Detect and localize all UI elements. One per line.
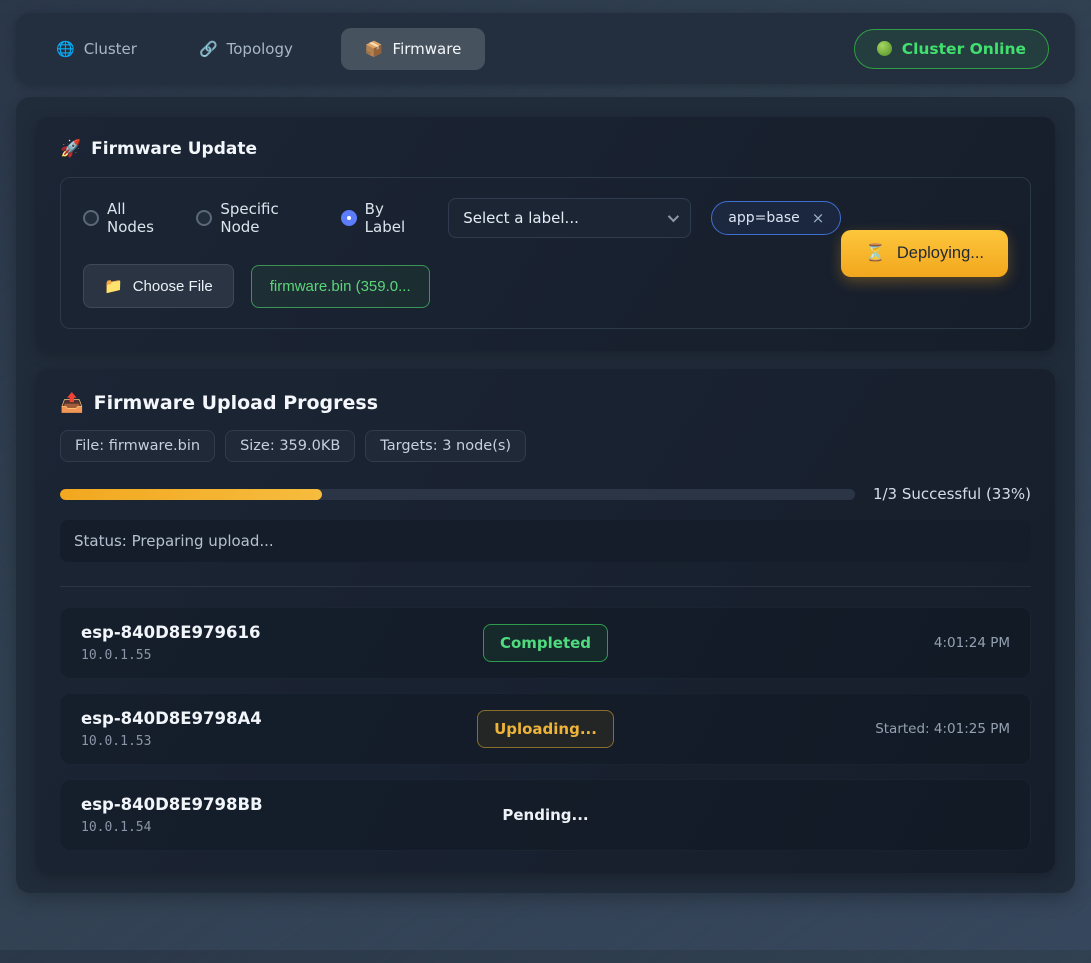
progress-bar [60, 489, 855, 500]
firmware-update-card: 🚀 Firmware Update All Nodes Specific Nod… [36, 117, 1055, 351]
label-select-dropdown[interactable]: Select a label... [448, 198, 691, 238]
node-time: 4:01:24 PM [700, 635, 1010, 651]
node-list: esp-840D8E979616 10.0.1.55 Completed 4:0… [60, 607, 1031, 851]
node-status-cell: Pending... [391, 796, 701, 834]
node-ip: 10.0.1.55 [81, 648, 391, 663]
outbox-tray-icon: 📤 [60, 391, 84, 414]
radio-circle-icon[interactable] [341, 210, 357, 226]
node-row: esp-840D8E9798A4 10.0.1.53 Uploading... … [60, 693, 1031, 765]
chevron-down-icon [668, 211, 679, 222]
progress-row: 1/3 Successful (33%) [60, 485, 1031, 503]
cluster-status-badge: Cluster Online [854, 29, 1049, 69]
online-dot-icon [877, 41, 892, 56]
radio-specific-node[interactable]: Specific Node [196, 200, 318, 236]
nav-item-label: Cluster [84, 40, 137, 58]
file-badge: File: firmware.bin [60, 430, 215, 462]
choose-file-button[interactable]: 📁 Choose File [83, 264, 234, 308]
label-tag-text: app=base [728, 210, 799, 226]
link-icon: 🔗 [199, 40, 218, 58]
target-select-row: All Nodes Specific Node By Label Select … [83, 198, 841, 238]
status-message: Status: Preparing upload... [74, 532, 274, 550]
progress-label: 1/3 Successful (33%) [873, 485, 1031, 503]
nav-item-label: Firmware [393, 40, 462, 58]
node-ip: 10.0.1.54 [81, 820, 391, 835]
upload-progress-title-text: Firmware Upload Progress [94, 392, 378, 414]
package-icon: 📦 [365, 40, 384, 58]
update-form-panel: All Nodes Specific Node By Label Select … [60, 177, 1031, 329]
firmware-update-title: 🚀 Firmware Update [60, 139, 1031, 159]
rocket-icon: 🚀 [60, 139, 81, 159]
node-status-cell: Completed [391, 624, 701, 662]
divider [60, 586, 1031, 587]
node-identity: esp-840D8E9798A4 10.0.1.53 [81, 709, 391, 749]
deploy-button[interactable]: ⏳ Deploying... [841, 230, 1008, 277]
size-badge: Size: 359.0KB [225, 430, 355, 462]
deploy-button-label: Deploying... [897, 244, 984, 263]
cluster-status-label: Cluster Online [902, 40, 1026, 58]
node-identity: esp-840D8E9798BB 10.0.1.54 [81, 795, 391, 835]
progress-fill [60, 489, 322, 500]
firmware-update-title-text: Firmware Update [91, 139, 257, 159]
node-status-badge: Uploading... [477, 710, 614, 748]
radio-by-label-label: By Label [365, 200, 427, 236]
node-ip: 10.0.1.53 [81, 734, 391, 749]
node-row: esp-840D8E979616 10.0.1.55 Completed 4:0… [60, 607, 1031, 679]
node-identity: esp-840D8E979616 10.0.1.55 [81, 623, 391, 663]
radio-specific-node-label: Specific Node [220, 200, 318, 236]
file-button-row: 📁 Choose File firmware.bin (359.0... [83, 264, 841, 308]
globe-icon: 🌐 [56, 40, 75, 58]
nav-item-cluster[interactable]: 🌐 Cluster [42, 28, 151, 70]
node-status-badge: Completed [483, 624, 608, 662]
node-name: esp-840D8E9798BB [81, 795, 391, 814]
node-name: esp-840D8E979616 [81, 623, 391, 642]
main-content: 🚀 Firmware Update All Nodes Specific Nod… [16, 97, 1075, 893]
upload-meta-badges: File: firmware.bin Size: 359.0KB Targets… [60, 430, 1031, 462]
selected-file-label: firmware.bin (359.0... [270, 278, 411, 295]
radio-by-label[interactable]: By Label [341, 200, 427, 236]
label-select-placeholder: Select a label... [463, 209, 579, 227]
radio-circle-icon[interactable] [83, 210, 99, 226]
update-form-fields: All Nodes Specific Node By Label Select … [83, 198, 841, 308]
top-nav: 🌐 Cluster 🔗 Topology 📦 Firmware Cluster … [16, 13, 1075, 84]
upload-progress-title: 📤 Firmware Upload Progress [60, 391, 1031, 414]
label-tag-app-base[interactable]: app=base × [711, 201, 841, 235]
node-row: esp-840D8E9798BB 10.0.1.54 Pending... [60, 779, 1031, 851]
radio-all-nodes[interactable]: All Nodes [83, 200, 174, 236]
node-status-badge: Pending... [501, 796, 589, 834]
choose-file-label: Choose File [133, 278, 213, 295]
node-time: Started: 4:01:25 PM [700, 721, 1010, 737]
hourglass-icon: ⏳ [865, 244, 886, 263]
folder-icon: 📁 [104, 277, 123, 295]
nav-item-label: Topology [227, 40, 293, 58]
node-name: esp-840D8E9798A4 [81, 709, 391, 728]
targets-badge: Targets: 3 node(s) [365, 430, 526, 462]
nav-item-topology[interactable]: 🔗 Topology [185, 28, 307, 70]
upload-progress-card: 📤 Firmware Upload Progress File: firmwar… [36, 369, 1055, 873]
radio-all-nodes-label: All Nodes [107, 200, 174, 236]
nav-item-firmware[interactable]: 📦 Firmware [341, 28, 485, 70]
radio-circle-icon[interactable] [196, 210, 212, 226]
selected-file-button[interactable]: firmware.bin (359.0... [251, 265, 430, 308]
node-status-cell: Uploading... [391, 710, 701, 748]
remove-tag-icon[interactable]: × [812, 209, 825, 227]
status-message-box: Status: Preparing upload... [60, 520, 1031, 562]
